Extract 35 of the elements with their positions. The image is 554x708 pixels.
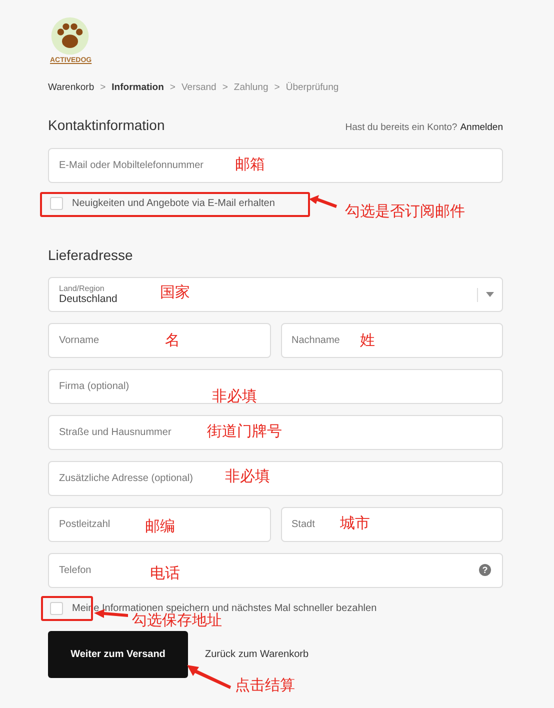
section-title: Lieferadresse bbox=[48, 247, 133, 263]
back-link[interactable]: Zurück zum Warenkorb bbox=[205, 649, 309, 660]
breadcrumb-item: Überprüfung bbox=[286, 82, 339, 93]
annotation-text: 国家 bbox=[160, 285, 190, 300]
breadcrumb-separator: > bbox=[170, 82, 176, 93]
annotation-text: 电话 bbox=[150, 566, 180, 581]
breadcrumb-item[interactable]: Warenkorb bbox=[48, 82, 94, 93]
annotation-text: 街道门牌号 bbox=[207, 424, 282, 439]
annotation-arrow bbox=[309, 195, 337, 209]
section-title: Kontaktinformation bbox=[48, 117, 165, 133]
breadcrumb-separator: > bbox=[222, 82, 228, 93]
breadcrumb-item: Information bbox=[112, 82, 164, 93]
annotation-text: 非必填 bbox=[212, 389, 257, 404]
login-prompt: Hast du bereits ein Konto? bbox=[345, 122, 458, 133]
annotation-text: 名 bbox=[165, 333, 180, 348]
annotation-text: 勾选是否订阅邮件 bbox=[345, 204, 465, 219]
checkbox[interactable] bbox=[50, 196, 63, 210]
annotation-text: 城市 bbox=[340, 516, 370, 531]
login-link[interactable]: Anmelden bbox=[460, 122, 503, 133]
annotation-text: 非必填 bbox=[225, 469, 270, 484]
paw-icon bbox=[50, 16, 90, 56]
continue-button[interactable]: Weiter zum Versand bbox=[48, 631, 188, 678]
breadcrumb-separator: > bbox=[100, 82, 106, 93]
breadcrumb-item: Versand bbox=[181, 82, 216, 93]
checkbox-label: Neuigkeiten und Angebote via E-Mail erhalten bbox=[72, 198, 275, 208]
annotation-text: 邮箱 bbox=[235, 157, 265, 172]
annotation-text: 勾选保存地址 bbox=[132, 613, 222, 628]
annotation-text: 点击结算 bbox=[235, 678, 295, 693]
annotation-arrow bbox=[187, 665, 231, 689]
breadcrumb-separator: > bbox=[274, 82, 280, 93]
annotation-text: 姓 bbox=[360, 333, 375, 348]
checkbox[interactable] bbox=[50, 602, 63, 614]
annotation-text: 邮编 bbox=[145, 519, 175, 534]
breadcrumb-item: Zahlung bbox=[234, 82, 268, 93]
caret-icon bbox=[486, 292, 494, 297]
